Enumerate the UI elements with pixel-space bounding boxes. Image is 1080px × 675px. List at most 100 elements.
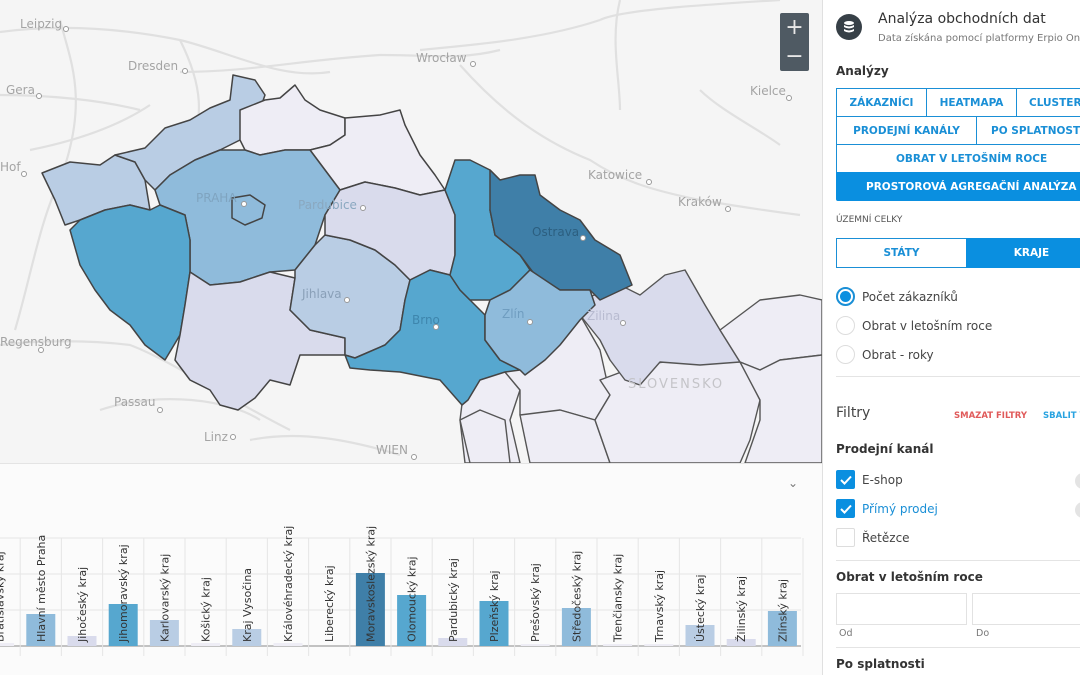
radio-selected[interactable] xyxy=(836,287,855,306)
category-tick-label: Hlavní město Praha xyxy=(35,535,48,642)
country-label: SLOVENSKO xyxy=(628,377,725,392)
territorial-title: ÚZEMNÍ CELKY xyxy=(836,215,903,225)
bar[interactable] xyxy=(273,643,303,646)
category-tick-label: Karlovarský kraj xyxy=(158,554,171,642)
checkbox-checked[interactable] xyxy=(836,470,855,489)
region-banskobystricky[interactable] xyxy=(594,359,761,463)
divider xyxy=(836,560,1080,561)
category-tick-label: Olomoucký kraj xyxy=(406,556,419,642)
sidebar: Analýza obchodních dat Data získána pomo… xyxy=(822,0,1080,675)
bar[interactable] xyxy=(603,644,633,646)
toggle-knob[interactable] xyxy=(1075,473,1080,489)
city-label: Jihlava xyxy=(302,287,342,301)
category-tick-label: Královéhradecký kraj xyxy=(282,526,295,642)
channel-checkbox-eshop[interactable]: E-shop xyxy=(836,470,903,489)
bar[interactable] xyxy=(644,644,674,646)
city-label: Zlín xyxy=(502,307,525,321)
city-label: Ostrava xyxy=(532,225,580,239)
tab-kraje[interactable]: KRAJE xyxy=(966,238,1080,268)
category-tick-label: Košický kraj xyxy=(200,577,213,642)
category-tick-label: Středočeský kraj xyxy=(570,551,583,642)
checkbox-unchecked[interactable] xyxy=(836,528,855,547)
category-tick-label: Liberecký kraj xyxy=(323,565,336,642)
radio-unselected[interactable] xyxy=(836,345,855,364)
revenue-from-input[interactable] xyxy=(836,593,967,625)
city-label: Dresden xyxy=(128,59,179,73)
tab-prodejni-kanaly[interactable]: PRODEJNÍ KANÁLY xyxy=(836,116,977,145)
metric-radio-obrat-roky[interactable]: Obrat - roky xyxy=(836,345,934,364)
category-tick-label: Pardubický kraj xyxy=(447,558,460,642)
zoom-in-button[interactable]: + xyxy=(780,13,809,42)
city-label: Regensburg xyxy=(0,335,72,349)
zoom-out-button[interactable]: − xyxy=(780,42,809,71)
city-label: Pardubice xyxy=(298,198,357,212)
due-title: Po splatnosti xyxy=(836,657,925,671)
toggle-knob[interactable] xyxy=(1075,502,1080,518)
city-label: Gera xyxy=(6,83,35,97)
metric-radio-obrat-letos[interactable]: Obrat v letošním roce xyxy=(836,316,992,335)
city-label: Wrocław xyxy=(416,51,467,65)
city-label: Katowice xyxy=(588,168,643,182)
category-tick-label: Prešovský kraj xyxy=(529,563,542,642)
bar[interactable] xyxy=(0,643,15,646)
category-tick-label: Žilinský kraj xyxy=(735,576,748,642)
filters-title: Filtry xyxy=(836,405,871,421)
region-plzensky[interactable] xyxy=(69,204,191,361)
sidebar-header: Analýza obchodních dat Data získána pomo… xyxy=(836,11,1080,44)
city-label: Leipzig xyxy=(20,17,63,31)
category-tick-label: Jihočeský kraj xyxy=(76,567,89,643)
bar-chart-panel: ⌄ Bratislavský kraj Hlavní město Praha Jih… xyxy=(0,463,822,675)
checkbox-label: E-shop xyxy=(862,472,903,487)
city-label: Hof xyxy=(0,160,21,174)
category-tick-label: Jihomoravský kraj xyxy=(117,544,130,643)
clear-filters-link[interactable]: SMAZAT FILTRY xyxy=(954,411,1027,421)
city-label: Linz xyxy=(204,430,228,444)
city-label: Kraków xyxy=(678,195,722,209)
city-label: PRAHA xyxy=(196,191,237,205)
category-tick-label: Bratislavský kraj xyxy=(0,551,7,642)
radio-label: Počet zákazníků xyxy=(862,289,958,304)
radio-label: Obrat v letošním roce xyxy=(862,318,993,333)
tab-heatmapa[interactable]: HEATMAPA xyxy=(926,88,1017,117)
tab-zakaznici[interactable]: ZÁKAZNÍCI xyxy=(836,88,927,117)
map-view[interactable]: Leipzig Dresden Wrocław Gera Kielce Hof … xyxy=(0,0,822,463)
tab-obrat-v-letosnim-roce[interactable]: OBRAT V LETOŠNÍM ROCE xyxy=(836,144,1080,173)
zoom-control: + − xyxy=(780,13,809,71)
tab-clustery[interactable]: CLUSTERY xyxy=(1016,88,1080,117)
city-label: Passau xyxy=(114,395,156,409)
city-label: WIEN xyxy=(376,443,408,457)
bar[interactable] xyxy=(191,643,221,646)
city-label: Žilina xyxy=(587,309,621,323)
metric-radio-pocet-zakazniku[interactable]: Počet zákazníků xyxy=(836,287,958,306)
territorial-switch: STÁTY KRAJE xyxy=(836,238,1080,268)
city-label: Kielce xyxy=(750,84,786,98)
radio-label: Obrat - roky xyxy=(862,347,934,362)
checkbox-label: Řetězce xyxy=(862,530,910,545)
map-canvas[interactable] xyxy=(0,0,822,463)
revenue-title: Obrat v letošním roce xyxy=(836,570,983,584)
category-tick-label: Moravskoslezský kraj xyxy=(364,526,377,642)
channel-checkbox-retezce[interactable]: Řetězce xyxy=(836,528,910,547)
check-icon xyxy=(839,504,852,514)
radio-unselected[interactable] xyxy=(836,316,855,335)
category-tick-label: Kraj Vysočina xyxy=(241,568,254,642)
revenue-to-caption: Do xyxy=(976,628,990,639)
app-title: Analýza obchodních dat xyxy=(878,11,1046,27)
app-root: Leipzig Dresden Wrocław Gera Kielce Hof … xyxy=(0,0,1080,675)
checkbox-checked[interactable] xyxy=(836,499,855,518)
tab-staty[interactable]: STÁTY xyxy=(836,238,967,268)
revenue-to-input[interactable] xyxy=(972,593,1080,625)
category-tick-label: Trenčiansky kraj xyxy=(612,554,625,643)
category-tick-label: Ústecký kraj xyxy=(694,574,707,642)
bar[interactable] xyxy=(520,644,550,646)
database-icon xyxy=(836,14,862,40)
revenue-from-caption: Od xyxy=(839,628,853,639)
analyses-title: Analýzy xyxy=(836,64,889,78)
category-tick-label: Trnavský kraj xyxy=(653,570,666,643)
divider xyxy=(836,647,1080,648)
tab-po-splatnosti[interactable]: PO SPLATNOSTI xyxy=(976,116,1080,145)
collapse-all-link[interactable]: SBALIT VŠE xyxy=(1043,411,1080,421)
channel-checkbox-primy-prodej[interactable]: Přímý prodej xyxy=(836,499,938,518)
analysis-buttons: ZÁKAZNÍCI HEATMAPA CLUSTERY PRODEJNÍ KAN… xyxy=(836,88,1080,201)
tab-prostorova-agregacni-analyza[interactable]: PROSTOROVÁ AGREGAČNÍ ANALÝZA xyxy=(836,172,1080,201)
